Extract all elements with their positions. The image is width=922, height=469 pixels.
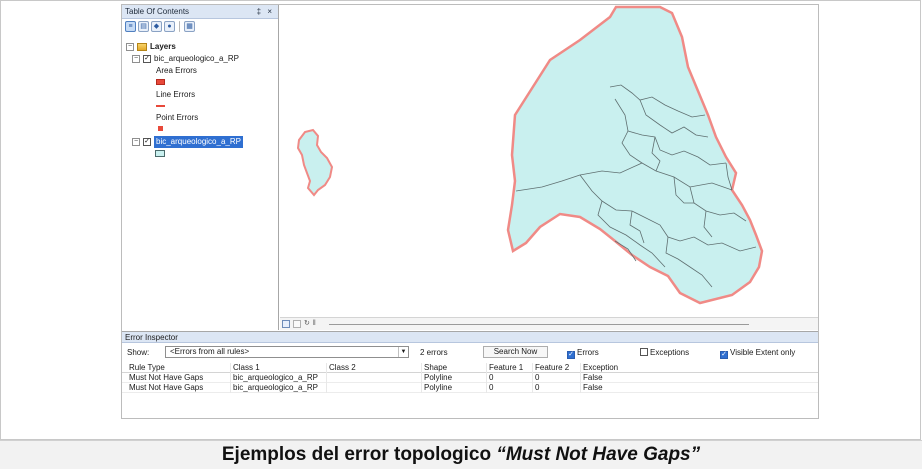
- toolbar-separator: [179, 21, 180, 32]
- area-error-symbol: [156, 79, 165, 85]
- list-by-drawing-order-icon[interactable]: ≡: [125, 21, 136, 32]
- exceptions-checkbox[interactable]: [640, 348, 648, 356]
- layer-name-selected: bic_arqueologico_a_RP: [154, 136, 243, 148]
- legend-label-point-errors: Point Errors: [156, 113, 199, 122]
- table-of-contents-panel: Table Of Contents ‡ × ≡ ▤ ◆ ● ▦ − Layers…: [122, 5, 279, 330]
- error-count: 2 errors: [420, 348, 448, 357]
- collapse-icon[interactable]: −: [132, 138, 140, 146]
- arcmap-screenshot: Table Of Contents ‡ × ≡ ▤ ◆ ● ▦ − Layers…: [121, 4, 819, 419]
- error-inspector-title: Error Inspector: [122, 332, 818, 343]
- show-dropdown-value: <Errors from all rules>: [170, 347, 250, 356]
- map-view[interactable]: [280, 5, 818, 330]
- table-cell: bic_arqueologico_a_RP: [230, 383, 326, 393]
- layers-group-row[interactable]: − Layers: [126, 41, 176, 53]
- table-cell: [326, 373, 421, 383]
- visible-extent-label: Visible Extent only: [730, 348, 796, 357]
- legend-label-area-errors: Area Errors: [156, 66, 197, 75]
- column-header[interactable]: Exception: [580, 363, 650, 373]
- column-header[interactable]: Rule Type: [127, 363, 230, 373]
- column-header[interactable]: Class 1: [230, 363, 326, 373]
- show-label: Show:: [127, 348, 150, 357]
- layer-row-polygons[interactable]: − ✓ bic_arqueologico_a_RP: [132, 136, 243, 148]
- show-dropdown[interactable]: <Errors from all rules> ▼: [165, 346, 409, 358]
- table-cell: Polyline: [421, 373, 486, 383]
- visible-extent-option[interactable]: ✓ Visible Extent only: [720, 347, 796, 359]
- table-cell: Polyline: [421, 383, 486, 393]
- layers-label: Layers: [150, 42, 176, 51]
- table-cell: False: [580, 373, 650, 383]
- options-icon[interactable]: ▦: [184, 21, 195, 32]
- list-by-visibility-icon[interactable]: ◆: [151, 21, 162, 32]
- chevron-down-icon[interactable]: ▼: [398, 347, 408, 357]
- toc-title: Table Of Contents: [125, 7, 190, 16]
- list-by-selection-icon[interactable]: ●: [164, 21, 175, 32]
- table-cell: 0: [486, 383, 532, 393]
- layer-name: bic_arqueologico_a_RP: [154, 54, 239, 63]
- map-view-toolbar: ↻ ‖: [280, 317, 818, 330]
- refresh-icon[interactable]: ↻: [304, 320, 310, 328]
- table-row[interactable]: Must Not Have Gaps bic_arqueologico_a_RP…: [122, 383, 818, 393]
- list-by-source-icon[interactable]: ▤: [138, 21, 149, 32]
- toc-title-bar: Table Of Contents ‡ ×: [122, 5, 278, 19]
- small-polygon: [296, 128, 334, 197]
- exceptions-label: Exceptions: [650, 348, 690, 357]
- column-header[interactable]: Shape: [421, 363, 486, 373]
- column-header[interactable]: Feature 1: [486, 363, 532, 373]
- figure-frame: Table Of Contents ‡ × ≡ ▤ ◆ ● ▦ − Layers…: [0, 0, 921, 440]
- column-header[interactable]: Feature 2: [532, 363, 580, 373]
- map-canvas: [296, 5, 764, 305]
- exceptions-option[interactable]: Exceptions: [640, 347, 689, 358]
- table-cell: 0: [532, 383, 580, 393]
- table-header-row: Rule Type Class 1 Class 2 Shape Feature …: [122, 363, 818, 373]
- error-inspector-panel: Error Inspector Show: <Errors from all r…: [122, 331, 818, 418]
- table-cell: [326, 383, 421, 393]
- column-header[interactable]: Class 2: [326, 363, 421, 373]
- collapse-icon[interactable]: −: [126, 43, 134, 51]
- layers-folder-icon: [137, 43, 147, 51]
- caption-italic-text: “Must Not Have Gaps”: [496, 444, 701, 465]
- caption-text: Ejemplos del error topologico: [221, 444, 497, 465]
- table-cell: False: [580, 383, 650, 393]
- layout-view-icon[interactable]: [293, 320, 301, 328]
- main-polygon: [506, 5, 764, 305]
- line-error-symbol: [156, 105, 165, 107]
- errors-label: Errors: [577, 348, 599, 357]
- search-now-button[interactable]: Search Now: [483, 346, 548, 358]
- layer-visibility-checkbox[interactable]: ✓: [143, 138, 151, 146]
- point-error-symbol: [158, 126, 163, 131]
- table-row[interactable]: Must Not Have Gaps bic_arqueologico_a_RP…: [122, 373, 818, 383]
- layer-visibility-checkbox[interactable]: ✓: [143, 55, 151, 63]
- toc-pin-close-buttons[interactable]: ‡ ×: [257, 5, 274, 19]
- horizontal-scrollbar[interactable]: [328, 323, 749, 325]
- collapse-icon[interactable]: −: [132, 55, 140, 63]
- errors-table: Rule Type Class 1 Class 2 Shape Feature …: [122, 363, 818, 393]
- data-view-icon[interactable]: [282, 320, 290, 328]
- visible-extent-checkbox[interactable]: ✓: [720, 351, 728, 359]
- errors-checkbox[interactable]: ✓: [567, 351, 575, 359]
- table-cell: Must Not Have Gaps: [129, 373, 204, 382]
- pause-drawing-icon[interactable]: ‖: [313, 320, 316, 328]
- legend-label-line-errors: Line Errors: [156, 90, 196, 99]
- errors-option[interactable]: ✓ Errors: [567, 347, 599, 359]
- table-cell: bic_arqueologico_a_RP: [230, 373, 326, 383]
- table-cell: 0: [486, 373, 532, 383]
- toc-toolbar: ≡ ▤ ◆ ● ▦: [122, 19, 278, 35]
- error-inspector-controls: Show: <Errors from all rules> ▼ 2 errors…: [122, 343, 818, 362]
- table-cell: Must Not Have Gaps: [129, 383, 204, 392]
- table-cell: 0: [532, 373, 580, 383]
- polygon-fill-symbol: [155, 150, 165, 157]
- layer-row-error-layer[interactable]: − ✓ bic_arqueologico_a_RP: [132, 53, 239, 65]
- figure-caption: Ejemplos del error topologico “Must Not …: [0, 440, 922, 469]
